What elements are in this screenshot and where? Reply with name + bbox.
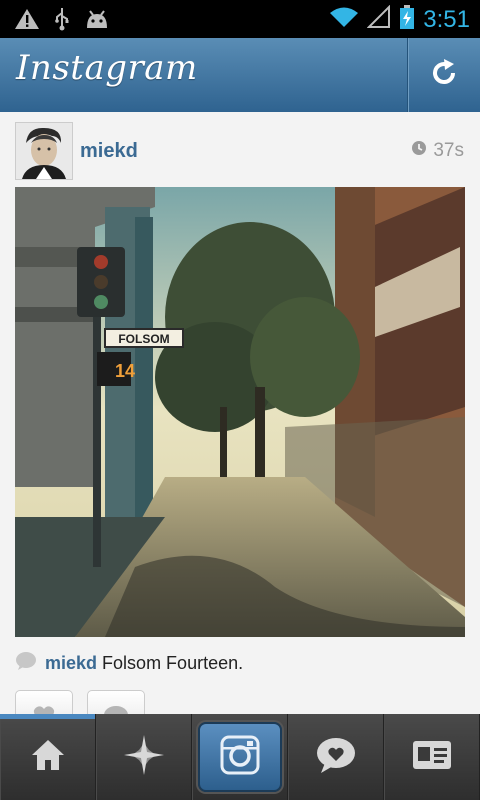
usb-icon (54, 7, 70, 36)
post-time-label: 37s (433, 140, 464, 161)
clock-icon (411, 140, 427, 162)
caption-row: miekd Folsom Fourteen. (15, 648, 465, 678)
refresh-button[interactable] (407, 38, 480, 112)
clock: 3:51 (423, 5, 470, 33)
caption-username[interactable]: miekd (45, 653, 97, 673)
signal-icon (366, 4, 391, 34)
post-photo[interactable]: FOLSOM 14 (15, 187, 465, 637)
post-username[interactable]: miekd (80, 140, 138, 163)
wifi-icon (329, 6, 359, 33)
android-icon (84, 8, 110, 35)
star-icon (122, 733, 166, 782)
tab-camera[interactable] (192, 714, 288, 800)
street-sign-text: FOLSOM (118, 332, 169, 346)
camera-icon (220, 735, 260, 780)
avatar[interactable] (15, 122, 73, 180)
tab-home[interactable] (0, 714, 96, 800)
tab-news[interactable] (288, 714, 384, 800)
speech-heart-icon (315, 736, 357, 779)
post-timestamp: 37s (411, 140, 464, 162)
refresh-icon (428, 57, 460, 94)
tab-explore[interactable] (96, 714, 192, 800)
post-header: miekd 37s (0, 112, 480, 186)
camera-button[interactable] (197, 722, 282, 792)
warning-icon (14, 8, 40, 35)
status-bar: 3:51 (0, 0, 480, 38)
tab-profile[interactable] (384, 714, 480, 800)
svg-text:14: 14 (115, 361, 135, 381)
app-logo: Instagram (16, 48, 198, 88)
top-bar: Instagram (0, 38, 480, 113)
home-icon (30, 738, 66, 777)
comment-icon (15, 651, 37, 676)
battery-icon (399, 4, 415, 35)
bottom-tab-bar (0, 714, 480, 800)
caption-text: Folsom Fourteen. (102, 652, 244, 673)
profile-card-icon (412, 740, 452, 775)
